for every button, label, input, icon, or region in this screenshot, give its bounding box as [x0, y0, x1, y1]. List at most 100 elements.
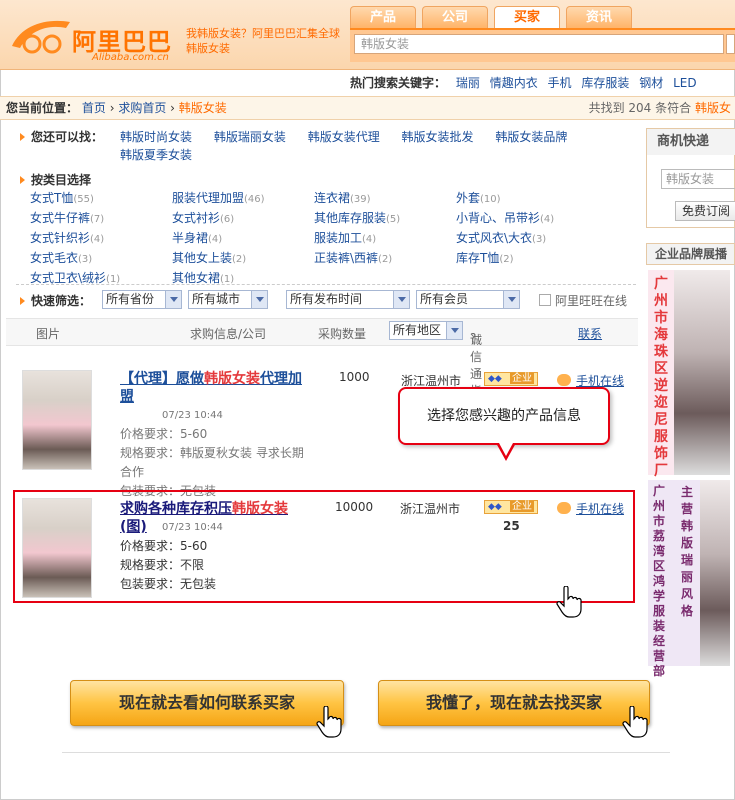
listing-thumbnail[interactable] [22, 370, 92, 470]
related-link[interactable]: 韩版瑞丽女装 [214, 128, 286, 146]
hot-keyword[interactable]: 钢材 [639, 76, 663, 90]
spec-label: 规格要求： [120, 446, 181, 460]
post-time-select-value: 所有发布时间 [290, 292, 363, 306]
how-to-contact-button[interactable]: 现在就去看如何联系买家 [70, 680, 344, 726]
related-link[interactable]: 韩版女装品牌 [495, 128, 567, 146]
category-count: (4) [540, 214, 555, 225]
chevron-down-icon [251, 291, 267, 308]
breadcrumb-home[interactable]: 首页 [82, 101, 106, 115]
category-link[interactable]: 其他女上装(2) [172, 249, 314, 269]
category-name: 正装裤\西裤 [314, 251, 379, 265]
related-link[interactable]: 韩版时尚女装 [120, 128, 192, 146]
post-time-select[interactable]: 所有发布时间 [286, 290, 410, 309]
category-link[interactable]: 服装代理加盟(46) [172, 189, 314, 209]
listing-spec: 规格要求：韩版夏秋女装 寻求长期合作 [120, 444, 310, 482]
province-select-value: 所有省份 [106, 292, 155, 306]
highlight-frame [13, 490, 635, 603]
category-link[interactable]: 正装裤\西裤(2) [314, 249, 456, 269]
region-select[interactable]: 所有地区 [389, 321, 463, 340]
hand-cursor-icon [622, 706, 648, 738]
search-input[interactable]: 韩版女装 [354, 34, 724, 54]
listing-title-pre: 【代理】愿做 [120, 371, 204, 387]
hot-keywords-label: 热门搜索关键字： [350, 76, 447, 90]
hot-keyword[interactable]: 情趣内衣 [490, 76, 538, 90]
online-checkbox[interactable] [539, 294, 551, 306]
col-contact[interactable]: 联系 [578, 325, 602, 342]
brand-ad-photo [674, 270, 730, 475]
category-name: 服装代理加盟 [172, 191, 245, 205]
category-link[interactable]: 女式毛衣(3) [30, 249, 172, 269]
category-name: 其他女上装 [172, 251, 233, 265]
category-count: (10) [480, 194, 501, 205]
category-name: 其他库存服装 [314, 211, 387, 225]
chevron-down-icon [503, 291, 519, 308]
category-link[interactable]: 女式风衣\大衣(3) [456, 229, 598, 249]
category-link[interactable]: 库存T恤(2) [456, 249, 598, 269]
category-link[interactable]: 女式T恤(55) [30, 189, 172, 209]
category-link[interactable]: 女式针织衫(4) [30, 229, 172, 249]
also-find-title: 您还可以找： [20, 130, 103, 144]
category-link[interactable]: 女式牛仔裤(7) [30, 209, 172, 229]
chevron-down-icon [165, 291, 181, 308]
category-link[interactable]: 其他库存服装(5) [314, 209, 456, 229]
brand-ad-text: 广州市海珠区逆迩尼服饰厂 [654, 276, 668, 479]
hot-keyword[interactable]: 手机 [548, 76, 572, 90]
hot-keyword[interactable]: LED [673, 76, 697, 90]
category-link[interactable]: 连衣裙(39) [314, 189, 456, 209]
brand-ad-text: 主营韩版瑞丽风格 [680, 485, 693, 618]
category-link[interactable]: 小背心、吊带衫(4) [456, 209, 598, 229]
tab-companies[interactable]: 公司 [422, 6, 488, 28]
listing-date: 07/23 10:44 [162, 410, 223, 421]
tab-products[interactable]: 产品 [350, 6, 416, 28]
tab-news[interactable]: 资讯 [566, 6, 632, 28]
breadcrumb-buyers-home[interactable]: 求购首页 [118, 101, 166, 115]
category-link[interactable]: 女式衬衫(6) [172, 209, 314, 229]
category-link[interactable]: 女式卫衣\绒衫(1) [30, 269, 172, 289]
hot-keyword[interactable]: 库存服装 [581, 76, 629, 90]
hand-cursor-icon [316, 706, 342, 738]
diamond-icon: ◆◆ [488, 374, 502, 384]
category-link[interactable]: 服装加工(4) [314, 229, 456, 249]
category-name: 服装加工 [314, 231, 363, 245]
search-button[interactable] [726, 34, 735, 54]
quick-filter-label: 快速筛选： [31, 294, 92, 308]
listing-price: 价格要求：5-60 [120, 425, 310, 444]
hot-keyword[interactable]: 瑞丽 [456, 76, 480, 90]
find-buyers-button[interactable]: 我懂了，现在就去找买家 [378, 680, 650, 726]
category-title-label: 按类目选择 [31, 173, 92, 187]
category-count: (2) [499, 254, 514, 265]
tooltip: 选择您感兴趣的产品信息 [398, 387, 610, 445]
price-label: 价格要求： [120, 427, 181, 441]
category-name: 外套 [456, 191, 481, 205]
subscribe-button[interactable]: 免费订阅 [675, 201, 735, 221]
listing-title[interactable]: 【代理】愿做韩版女装代理加盟 [120, 371, 302, 405]
divider [62, 752, 670, 753]
category-title: 按类目选择 [20, 171, 91, 188]
enterprise-badge[interactable]: ◆◆ 企业 [484, 372, 538, 386]
result-count-suffix: 条符合 [655, 101, 692, 115]
city-select-value: 所有城市 [192, 292, 241, 306]
province-select[interactable]: 所有省份 [102, 290, 182, 309]
category-link[interactable]: 半身裙(4) [172, 229, 314, 249]
express-input[interactable]: 韩版女装 [661, 169, 735, 189]
related-link[interactable]: 韩版女装批发 [402, 128, 474, 146]
express-title: 商机快递 [647, 129, 735, 155]
related-link[interactable]: 韩版女装代理 [308, 128, 380, 146]
tab-buyers[interactable]: 买家 [494, 6, 560, 28]
hand-cursor-icon [556, 586, 582, 618]
city-select[interactable]: 所有城市 [188, 290, 268, 309]
enterprise-badge-label: 企业 [510, 373, 534, 384]
category-count: (2) [232, 254, 247, 265]
category-link[interactable]: 其他女裙(1) [172, 269, 314, 289]
header-promo[interactable]: 我韩版女装？阿里巴巴汇集全球韩版女装 [186, 26, 346, 56]
quick-filter-title: 快速筛选： [20, 290, 91, 312]
brand-ad[interactable]: 广州市海珠区逆迩尼服饰厂 [648, 270, 730, 479]
result-count: 共找到 204 条符合 韩版女 [589, 101, 731, 116]
express-box: 商机快递 韩版女装 免费订阅 [646, 128, 735, 228]
brand-ad[interactable]: 广州市荔湾区鸿学服装经营部 主营韩版瑞丽风格 [648, 480, 730, 678]
also-find: 您还可以找： 韩版时尚女装 韩版瑞丽女装 韩版女装代理 韩版女装批发 韩版女装品… [20, 128, 640, 162]
category-name: 女式T恤 [30, 191, 74, 205]
related-link[interactable]: 韩版夏季女装 [120, 146, 192, 164]
category-link[interactable]: 外套(10) [456, 189, 598, 209]
member-select[interactable]: 所有会员 [416, 290, 520, 309]
